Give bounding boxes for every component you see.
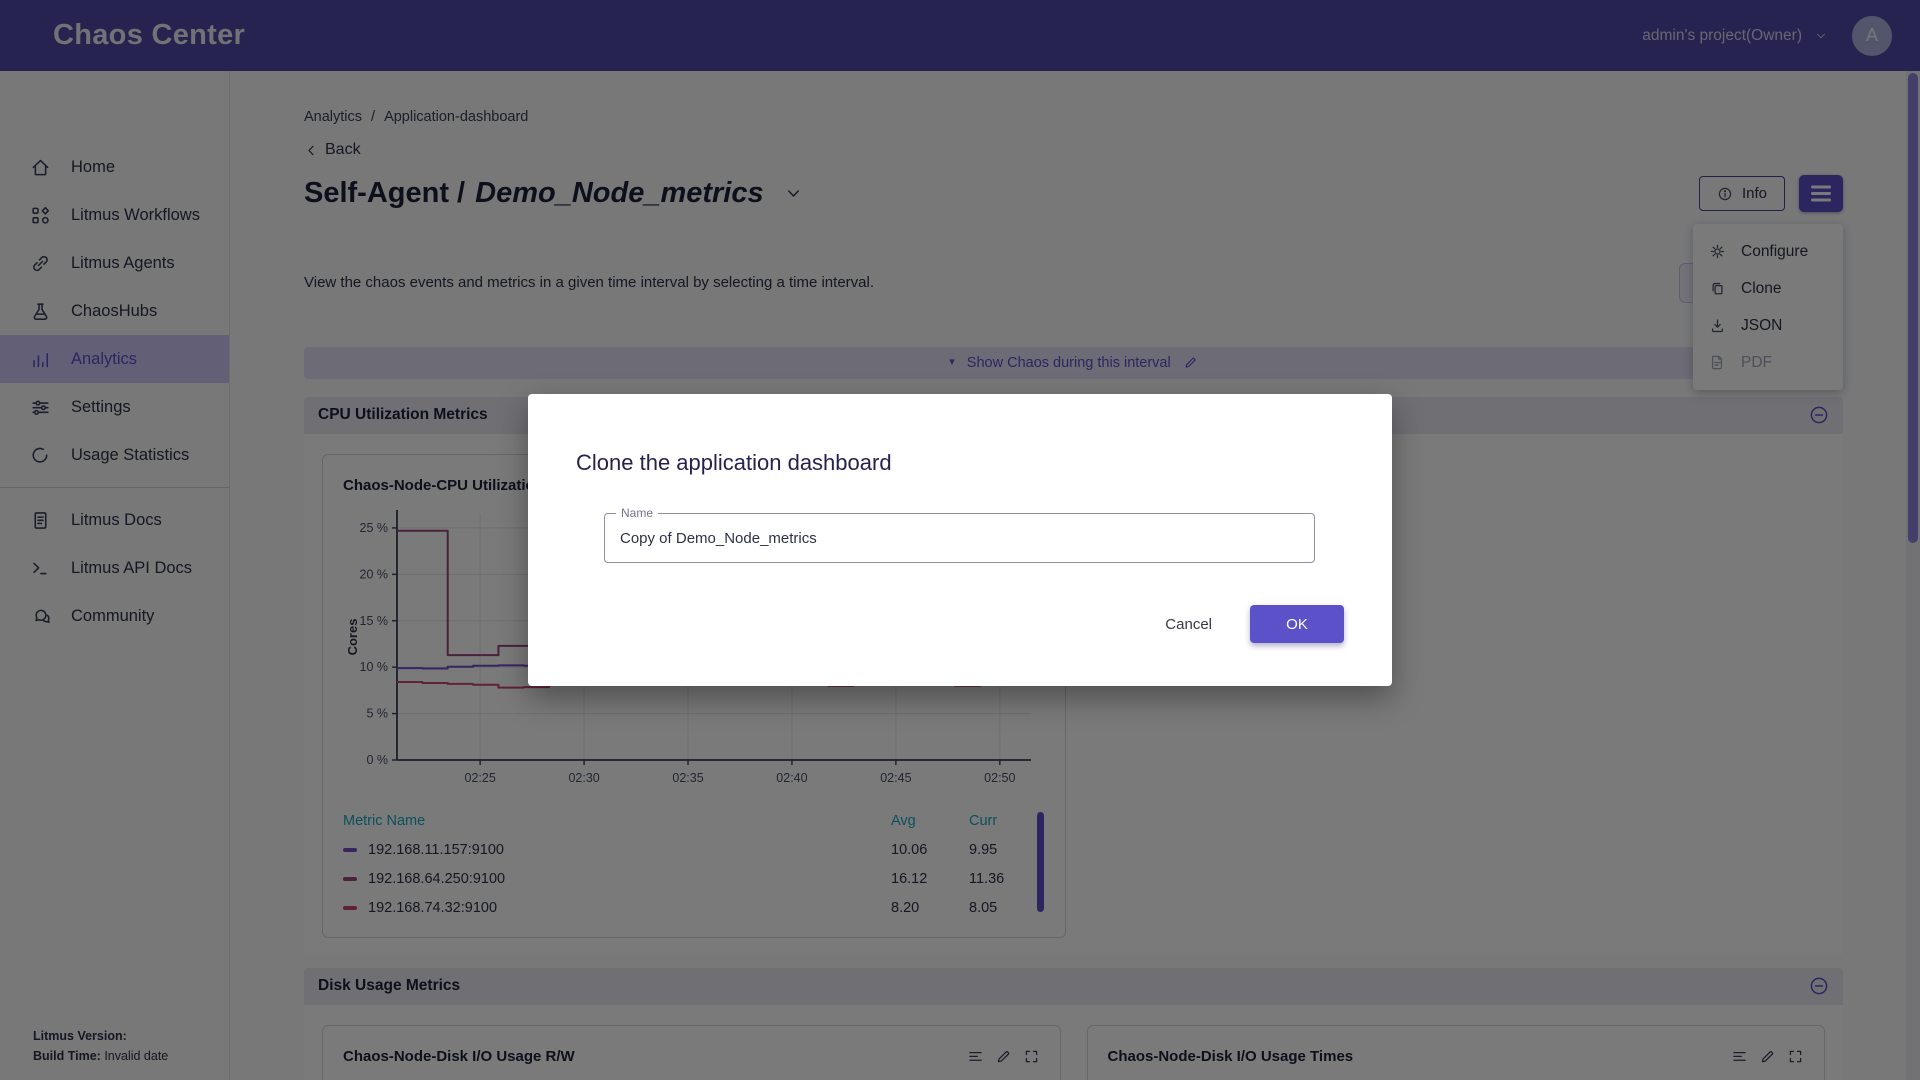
name-input[interactable] [605,514,1314,562]
clone-dashboard-modal: Clone the application dashboard Name Can… [528,394,1392,686]
cancel-button[interactable]: Cancel [1157,610,1220,639]
app-root: Chaos Center admin's project(Owner) A Ho… [0,0,1920,1080]
name-field-wrapper: Name [604,513,1315,563]
modal-title: Clone the application dashboard [576,450,1392,476]
modal-actions: Cancel OK [528,605,1344,643]
ok-button[interactable]: OK [1250,605,1344,643]
name-field-label: Name [616,506,658,520]
